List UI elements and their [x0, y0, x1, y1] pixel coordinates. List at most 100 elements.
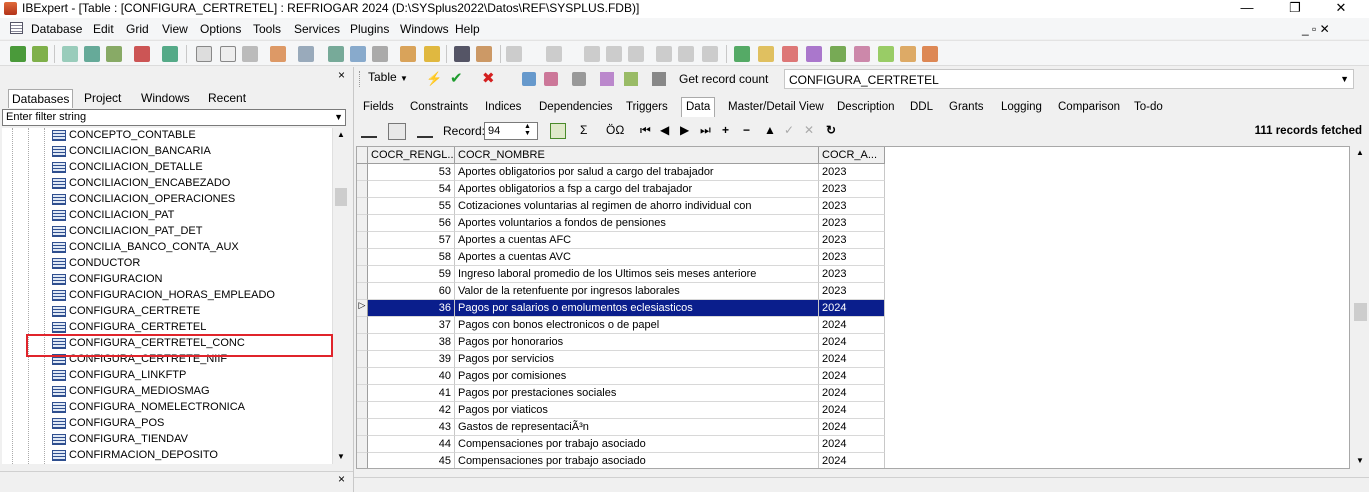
cell-ano[interactable]: 2024 — [819, 300, 885, 317]
scroll-up-icon[interactable]: ▲ — [1356, 148, 1364, 157]
script-icon[interactable] — [328, 46, 344, 62]
row-indicator[interactable] — [357, 419, 368, 436]
row-indicator[interactable] — [357, 368, 368, 385]
tab-data[interactable]: Data — [681, 97, 716, 117]
cell-nombre[interactable]: Pagos por honorarios — [455, 334, 819, 351]
cell-ano[interactable]: 2023 — [819, 215, 885, 232]
tab-indices[interactable]: Indices — [485, 101, 521, 113]
scrollbar-thumb[interactable] — [1354, 303, 1367, 321]
cell-nombre[interactable]: Aportes obligatorios por salud a cargo d… — [455, 164, 819, 181]
cell-nombre[interactable]: Cotizaciones voluntarias al regimen de a… — [455, 198, 819, 215]
mdi-window-controls[interactable]: _ ▫ ✕ — [1302, 22, 1330, 36]
sum-button[interactable]: Σ — [580, 123, 587, 137]
cell-renglon[interactable]: 57 — [368, 232, 455, 249]
print-icon[interactable] — [572, 72, 586, 86]
disconnect-icon[interactable] — [84, 46, 100, 62]
menu-database[interactable]: Database — [31, 22, 82, 36]
new-icon[interactable] — [196, 46, 212, 62]
open-dropdown-icon[interactable] — [506, 46, 522, 62]
table-row[interactable]: 41 Pagos por prestaciones sociales 2024 — [357, 385, 885, 402]
column-header-cocr-renglon[interactable]: COCR_RENGL... — [368, 147, 455, 164]
tree-scrollbar[interactable]: ▲ ▼ — [332, 128, 349, 464]
tab-constraints[interactable]: Constraints — [410, 101, 468, 113]
cell-nombre[interactable]: Pagos con bonos electronicos o de papel — [455, 317, 819, 334]
row-indicator[interactable] — [357, 181, 368, 198]
menu-windows[interactable]: Windows — [400, 22, 449, 36]
next-record-icon[interactable]: ▶ — [680, 123, 689, 137]
cell-nombre[interactable]: Pagos por comisiones — [455, 368, 819, 385]
tab-todo[interactable]: To-do — [1134, 101, 1163, 113]
chevron-down-icon[interactable]: ▼ — [334, 112, 343, 122]
row-indicator[interactable] — [357, 164, 368, 181]
table-row[interactable]: ▷ 36 Pagos por salarios o emolumentos ecle… — [357, 300, 885, 317]
new-udf-icon[interactable] — [878, 46, 894, 62]
new-view-icon[interactable] — [758, 46, 774, 62]
menu-grid[interactable]: Grid — [126, 22, 149, 36]
row-indicator[interactable] — [357, 198, 368, 215]
last-record-icon[interactable]: ⏭ — [700, 123, 711, 138]
row-indicator[interactable] — [357, 402, 368, 419]
new-procedure-icon[interactable] — [782, 46, 798, 62]
object-tree[interactable]: CONCEPTO_CONTABLE CONCILIACION_BANCARIA CO… — [2, 128, 332, 464]
tab-triggers[interactable]: Triggers — [626, 101, 668, 113]
db-properties-icon[interactable] — [134, 46, 150, 62]
cell-nombre[interactable]: Aportes obligatorios a fsp a cargo del t… — [455, 181, 819, 198]
close-bottom-panel-button[interactable]: × — [338, 472, 345, 486]
column-header-cocr-ano[interactable]: COCR_A... — [819, 147, 885, 164]
refresh-data-icon[interactable]: ↻ — [826, 123, 836, 137]
menu-help[interactable]: Help — [455, 22, 480, 36]
sql-editor-icon[interactable] — [242, 46, 258, 62]
grid-scrollbar[interactable]: ▲ ▼ — [1352, 146, 1369, 469]
cell-renglon[interactable]: 45 — [368, 453, 455, 468]
row-indicator[interactable] — [357, 317, 368, 334]
cell-renglon[interactable]: 37 — [368, 317, 455, 334]
filter-clear-icon[interactable] — [417, 123, 433, 138]
cell-ano[interactable]: 2024 — [819, 351, 885, 368]
cell-renglon[interactable]: 42 — [368, 402, 455, 419]
chevron-down-icon[interactable]: ▼ — [1340, 74, 1349, 84]
cell-nombre[interactable]: Pagos por prestaciones sociales — [455, 385, 819, 402]
tab-windows[interactable]: Windows — [141, 91, 190, 105]
replace-icon[interactable] — [702, 46, 718, 62]
commit-icon[interactable]: ✔ — [450, 69, 463, 87]
table-row[interactable]: 58 Aportes a cuentas AVC 2023 — [357, 249, 885, 266]
unregister-db-icon[interactable] — [32, 46, 48, 62]
cell-renglon[interactable]: 55 — [368, 198, 455, 215]
tab-comparison[interactable]: Comparison — [1058, 101, 1120, 113]
register-db-icon[interactable] — [10, 46, 26, 62]
row-indicator[interactable] — [357, 249, 368, 266]
prior-record-icon[interactable]: ◀ — [660, 123, 669, 137]
cell-ano[interactable]: 2024 — [819, 368, 885, 385]
cell-renglon[interactable]: 58 — [368, 249, 455, 266]
cell-ano[interactable]: 2023 — [819, 283, 885, 300]
key-icon[interactable] — [424, 46, 440, 62]
cell-renglon[interactable]: 59 — [368, 266, 455, 283]
paste-icon[interactable] — [628, 46, 644, 62]
cell-nombre[interactable]: Pagos por viaticos — [455, 402, 819, 419]
cell-renglon[interactable]: 56 — [368, 215, 455, 232]
tab-description[interactable]: Description — [837, 101, 895, 113]
tab-dependencies[interactable]: Dependencies — [539, 101, 613, 113]
table-window-icon[interactable] — [652, 72, 666, 86]
new-trigger-icon[interactable] — [806, 46, 822, 62]
cell-ano[interactable]: 2023 — [819, 164, 885, 181]
get-record-count-button[interactable]: Get record count — [679, 72, 768, 86]
cell-renglon[interactable]: 36 — [368, 300, 455, 317]
report-icon[interactable] — [476, 46, 492, 62]
cell-nombre[interactable]: Valor de la retenfuente por ingresos lab… — [455, 283, 819, 300]
filter-icon[interactable] — [361, 123, 377, 138]
refresh-icon[interactable] — [270, 46, 286, 62]
scroll-down-icon[interactable]: ▼ — [1356, 456, 1364, 465]
scroll-up-icon[interactable]: ▲ — [337, 130, 345, 139]
scrollbar-thumb[interactable] — [335, 188, 347, 206]
lightning-icon[interactable]: ⚡ — [426, 71, 442, 87]
data-grid[interactable]: COCR_RENGL... COCR_NOMBRE COCR_A... 53 Ap… — [356, 146, 1350, 469]
cell-renglon[interactable]: 53 — [368, 164, 455, 181]
cell-renglon[interactable]: 40 — [368, 368, 455, 385]
cell-ano[interactable]: 2024 — [819, 436, 885, 453]
menu-options[interactable]: Options — [200, 22, 241, 36]
filter-panel-icon[interactable] — [388, 123, 406, 140]
table-tools-icon[interactable] — [600, 72, 614, 86]
menu-plugins[interactable]: Plugins — [350, 22, 389, 36]
table-row[interactable]: 42 Pagos por viaticos 2024 — [357, 402, 885, 419]
